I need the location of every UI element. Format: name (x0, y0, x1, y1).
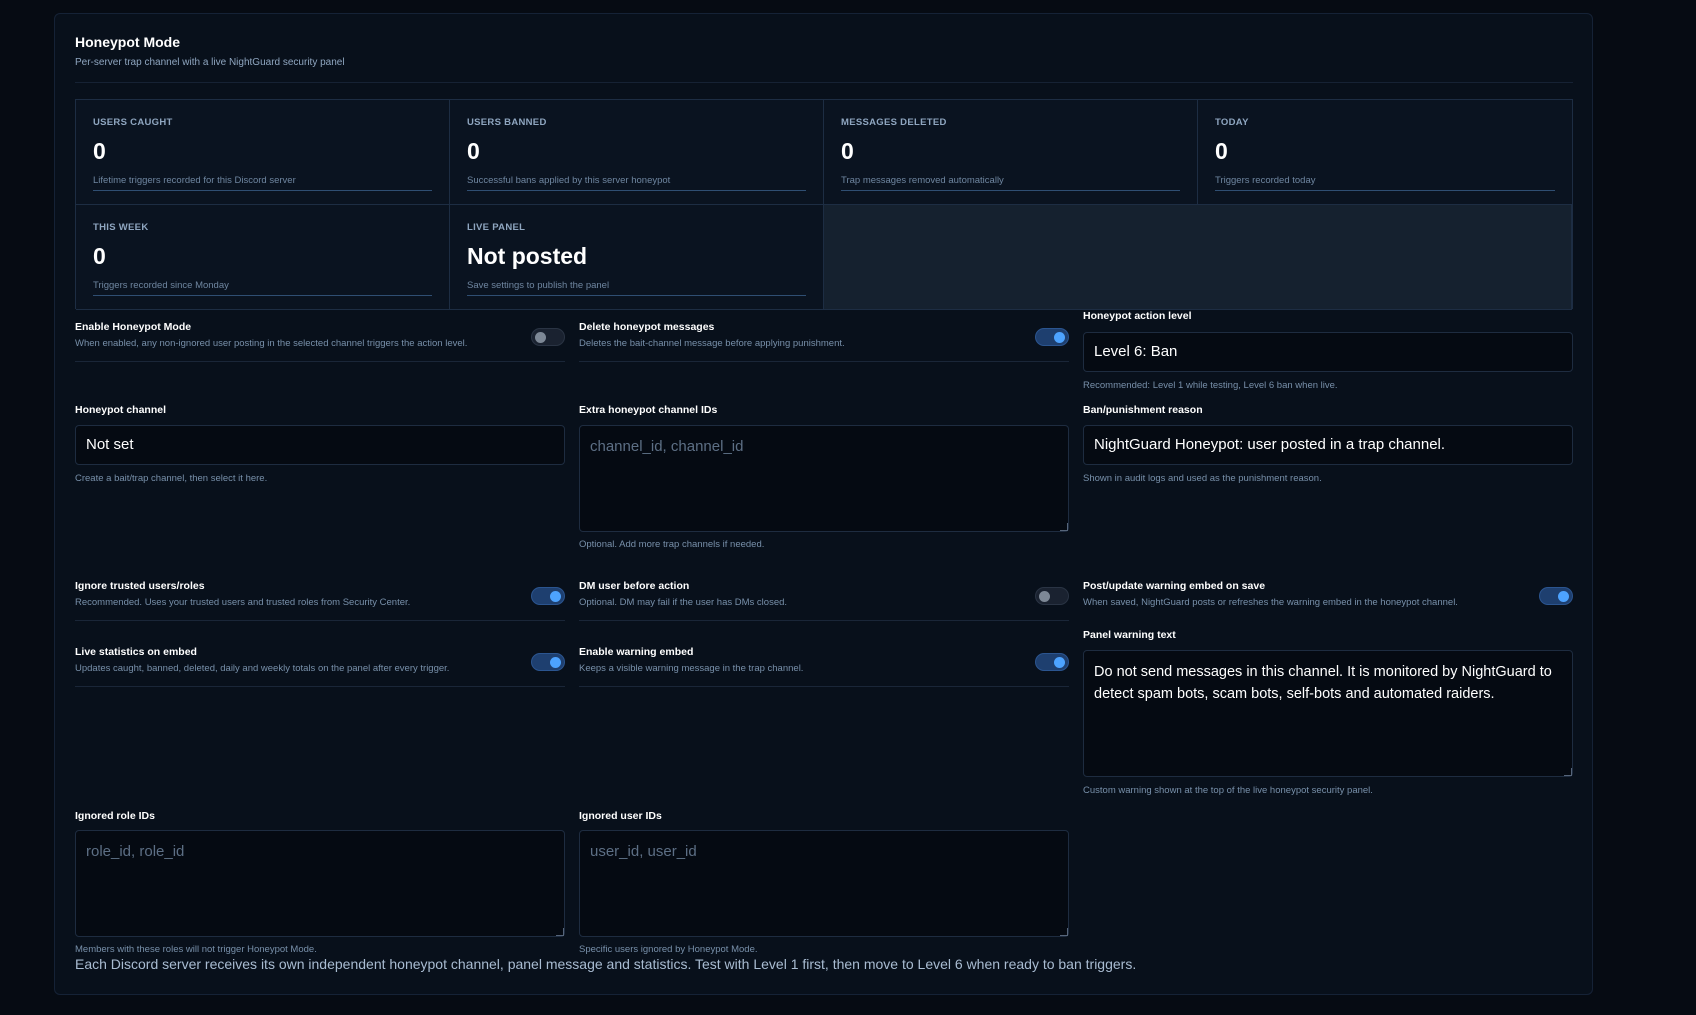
toggle-label: Post/update warning embed on save (1083, 580, 1266, 592)
stat-live-panel: LIVE PANEL Not posted Save settings to p… (450, 205, 824, 310)
page-subtitle: Per-server trap channel with a live Nigh… (75, 57, 345, 68)
stat-messages-deleted: MESSAGES DELETED 0 Trap messages removed… (824, 100, 1198, 205)
stat-underline (93, 295, 432, 296)
post-warning-row: Post/update warning embed on save When s… (1083, 580, 1573, 620)
ignored-users-hint: Specific users ignored by Honeypot Mode. (579, 944, 758, 955)
ignored-roles-input[interactable] (75, 830, 565, 937)
delete-messages-toggle[interactable] (1035, 328, 1069, 346)
extra-channels-input[interactable] (579, 425, 1069, 532)
stat-desc: Triggers recorded since Monday (93, 280, 229, 291)
stat-value: 0 (1215, 138, 1228, 164)
stat-label: TODAY (1215, 117, 1249, 128)
toggle-hint: Deletes the bait-channel message before … (579, 338, 845, 349)
warning-embed-toggle[interactable] (1035, 653, 1069, 671)
ignored-roles-label: Ignored role IDs (75, 810, 155, 822)
toggle-label: DM user before action (579, 580, 690, 592)
stat-underline (841, 190, 1180, 191)
action-level-hint: Recommended: Level 1 while testing, Leve… (1083, 380, 1338, 391)
stats-grid: USERS CAUGHT 0 Lifetime triggers recorde… (75, 99, 1573, 310)
dm-user-row: DM user before action Optional. DM may f… (579, 580, 1069, 621)
enable-honeypot-row: Enable Honeypot Mode When enabled, any n… (75, 321, 565, 362)
toggle-label: Enable Honeypot Mode (75, 321, 192, 333)
stats-empty-cell (824, 205, 1572, 310)
extra-channels-hint: Optional. Add more trap channels if need… (579, 539, 765, 550)
stat-underline (467, 190, 806, 191)
stat-value: 0 (841, 138, 854, 164)
toggle-label: Ignore trusted users/roles (75, 580, 205, 592)
stat-users-caught: USERS CAUGHT 0 Lifetime triggers recorde… (76, 100, 450, 205)
live-stats-row: Live statistics on embed Updates caught,… (75, 646, 565, 687)
stat-desc: Trap messages removed automatically (841, 175, 1004, 186)
action-level-select[interactable]: Level 6: Ban (1083, 332, 1573, 372)
warning-text-label: Panel warning text (1083, 629, 1176, 641)
extra-channels-label: Extra honeypot channel IDs (579, 404, 718, 416)
resize-handle-icon[interactable] (556, 928, 564, 936)
stat-underline (1215, 190, 1555, 191)
stat-label: LIVE PANEL (467, 222, 526, 233)
enable-honeypot-toggle[interactable] (531, 328, 565, 346)
stat-users-banned: USERS BANNED 0 Successful bans applied b… (450, 100, 824, 205)
stat-label: USERS CAUGHT (93, 117, 173, 128)
divider (75, 82, 1573, 83)
stat-label: THIS WEEK (93, 222, 149, 233)
stat-label: USERS BANNED (467, 117, 547, 128)
warning-text-input[interactable]: Do not send messages in this channel. It… (1083, 650, 1573, 777)
dm-user-toggle[interactable] (1035, 587, 1069, 605)
ignore-trusted-row: Ignore trusted users/roles Recommended. … (75, 580, 565, 621)
honeypot-panel: Honeypot Mode Per-server trap channel wi… (54, 13, 1593, 995)
stat-desc: Triggers recorded today (1215, 175, 1316, 186)
resize-handle-icon[interactable] (1060, 928, 1068, 936)
toggle-hint: Optional. DM may fail if the user has DM… (579, 597, 788, 608)
ignored-users-input[interactable] (579, 830, 1069, 937)
delete-messages-row: Delete honeypot messages Deletes the bai… (579, 321, 1069, 362)
toggle-hint: Updates caught, banned, deleted, daily a… (75, 663, 450, 674)
toggle-hint: Keeps a visible warning message in the t… (579, 663, 804, 674)
stat-underline (93, 190, 432, 191)
honeypot-channel-select[interactable]: Not set (75, 425, 565, 465)
toggle-hint: When saved, NightGuard posts or refreshe… (1083, 597, 1458, 608)
warning-text-hint: Custom warning shown at the top of the l… (1083, 785, 1373, 796)
action-level-field: Honeypot action level (1083, 310, 1573, 322)
reason-input[interactable]: NightGuard Honeypot: user posted in a tr… (1083, 425, 1573, 465)
reason-label: Ban/punishment reason (1083, 404, 1203, 416)
stat-desc: Lifetime triggers recorded for this Disc… (93, 175, 296, 186)
reason-hint: Shown in audit logs and used as the puni… (1083, 473, 1322, 484)
footer-note: Each Discord server receives its own ind… (75, 956, 1137, 972)
stat-desc: Successful bans applied by this server h… (467, 175, 671, 186)
toggle-label: Delete honeypot messages (579, 321, 715, 333)
stat-desc: Save settings to publish the panel (467, 280, 610, 291)
ignored-users-label: Ignored user IDs (579, 810, 662, 822)
field-label: Honeypot action level (1083, 310, 1192, 322)
stat-value: Not posted (467, 243, 588, 269)
post-warning-toggle[interactable] (1539, 587, 1573, 605)
stat-today: TODAY 0 Triggers recorded today (1198, 100, 1572, 205)
toggle-label: Enable warning embed (579, 646, 694, 658)
resize-handle-icon[interactable] (1564, 768, 1572, 776)
toggle-label: Live statistics on embed (75, 646, 197, 658)
ignore-trusted-toggle[interactable] (531, 587, 565, 605)
toggle-hint: Recommended. Uses your trusted users and… (75, 597, 411, 608)
stat-value: 0 (93, 243, 106, 269)
resize-handle-icon[interactable] (1060, 523, 1068, 531)
page-title: Honeypot Mode (75, 34, 180, 50)
live-stats-toggle[interactable] (531, 653, 565, 671)
honeypot-channel-label: Honeypot channel (75, 404, 167, 416)
honeypot-channel-hint: Create a bait/trap channel, then select … (75, 473, 268, 484)
stat-label: MESSAGES DELETED (841, 117, 947, 128)
stat-underline (467, 295, 806, 296)
ignored-roles-hint: Members with these roles will not trigge… (75, 944, 317, 955)
stat-value: 0 (467, 138, 480, 164)
warning-embed-row: Enable warning embed Keeps a visible war… (579, 646, 1069, 687)
stat-value: 0 (93, 138, 106, 164)
toggle-hint: When enabled, any non-ignored user posti… (75, 338, 468, 349)
stat-this-week: THIS WEEK 0 Triggers recorded since Mond… (76, 205, 450, 310)
